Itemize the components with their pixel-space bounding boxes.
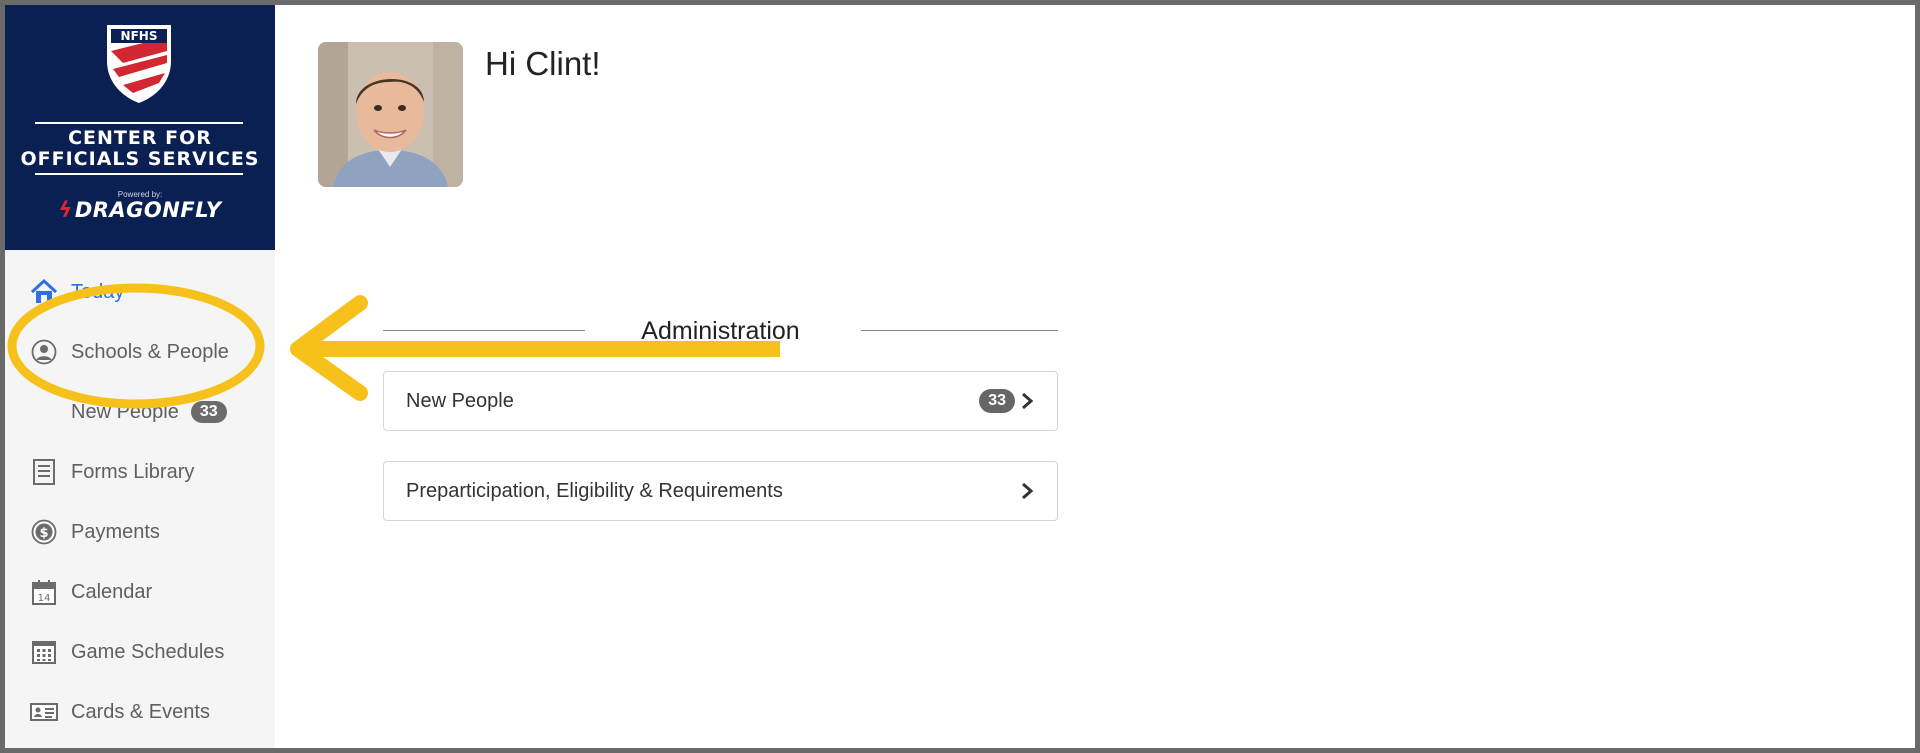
grid-calendar-icon <box>29 637 59 667</box>
sidebar-item-label: Calendar <box>71 580 153 603</box>
chevron-right-icon <box>1022 392 1034 410</box>
sidebar-item-payments[interactable]: $ Payments <box>5 512 275 552</box>
profile-photo <box>318 42 463 187</box>
brand-line-1: CENTER FOR <box>68 127 212 149</box>
brand-divider <box>35 122 243 124</box>
preparticipation-card[interactable]: Preparticipation, Eligibility & Requirem… <box>383 461 1058 521</box>
sidebar-item-calendar[interactable]: 14 Calendar <box>5 572 275 612</box>
sidebar-item-label: New People <box>71 400 179 423</box>
count-badge: 33 <box>979 389 1015 413</box>
sidebar-item-schools-people[interactable]: Schools & People <box>5 332 275 372</box>
svg-text:14: 14 <box>38 593 51 604</box>
sidebar-subitem-new-people[interactable]: New People 33 <box>5 392 275 432</box>
brand-header: NFHS CENTER FOR OFFICIALS SERVICES Power… <box>5 5 275 250</box>
dragonfly-logo: ϟDRAGONFLY <box>58 198 222 222</box>
svg-text:$: $ <box>39 526 48 541</box>
sidebar-item-label: Cards & Events <box>71 700 210 723</box>
section-title: Administration <box>641 317 800 345</box>
card-label: New People <box>406 389 514 412</box>
new-people-card[interactable]: New People 33 <box>383 371 1058 431</box>
svg-text:NFHS: NFHS <box>121 29 158 43</box>
sidebar-item-today[interactable]: Today <box>5 272 275 312</box>
avatar <box>318 42 463 187</box>
dollar-circle-icon: $ <box>29 517 59 547</box>
sidebar-item-forms-library[interactable]: Forms Library <box>5 452 275 492</box>
sidebar-item-cards-events[interactable]: Cards & Events <box>5 692 275 732</box>
sidebar-item-label: Payments <box>71 520 160 543</box>
sidebar-item-label: Today <box>71 280 125 303</box>
nfhs-shield-logo: NFHS <box>107 25 171 103</box>
sidebar-item-label: Game Schedules <box>71 640 225 663</box>
greeting-title: Hi Clint! <box>485 45 601 82</box>
app-window: NFHS CENTER FOR OFFICIALS SERVICES Power… <box>5 5 1915 748</box>
section-heading: Administration <box>383 313 1058 347</box>
sidebar-item-label: Schools & People <box>71 340 229 363</box>
home-icon <box>29 277 59 307</box>
sidebar-item-game-schedules[interactable]: Game Schedules <box>5 632 275 672</box>
id-card-icon <box>29 697 59 727</box>
user-circle-icon <box>29 337 59 367</box>
forms-icon <box>29 457 59 487</box>
calendar-icon: 14 <box>29 577 59 607</box>
brand-line-2: OFFICIALS SERVICES <box>20 148 260 170</box>
brand-divider <box>35 173 243 175</box>
count-badge: 33 <box>190 401 227 423</box>
chevron-right-icon <box>1022 482 1034 500</box>
card-label: Preparticipation, Eligibility & Requirem… <box>406 479 783 502</box>
dragonfly-mark-icon: ϟ <box>58 198 73 222</box>
sidebar-item-label: Forms Library <box>71 460 195 483</box>
sidebar: NFHS CENTER FOR OFFICIALS SERVICES Power… <box>5 5 275 748</box>
